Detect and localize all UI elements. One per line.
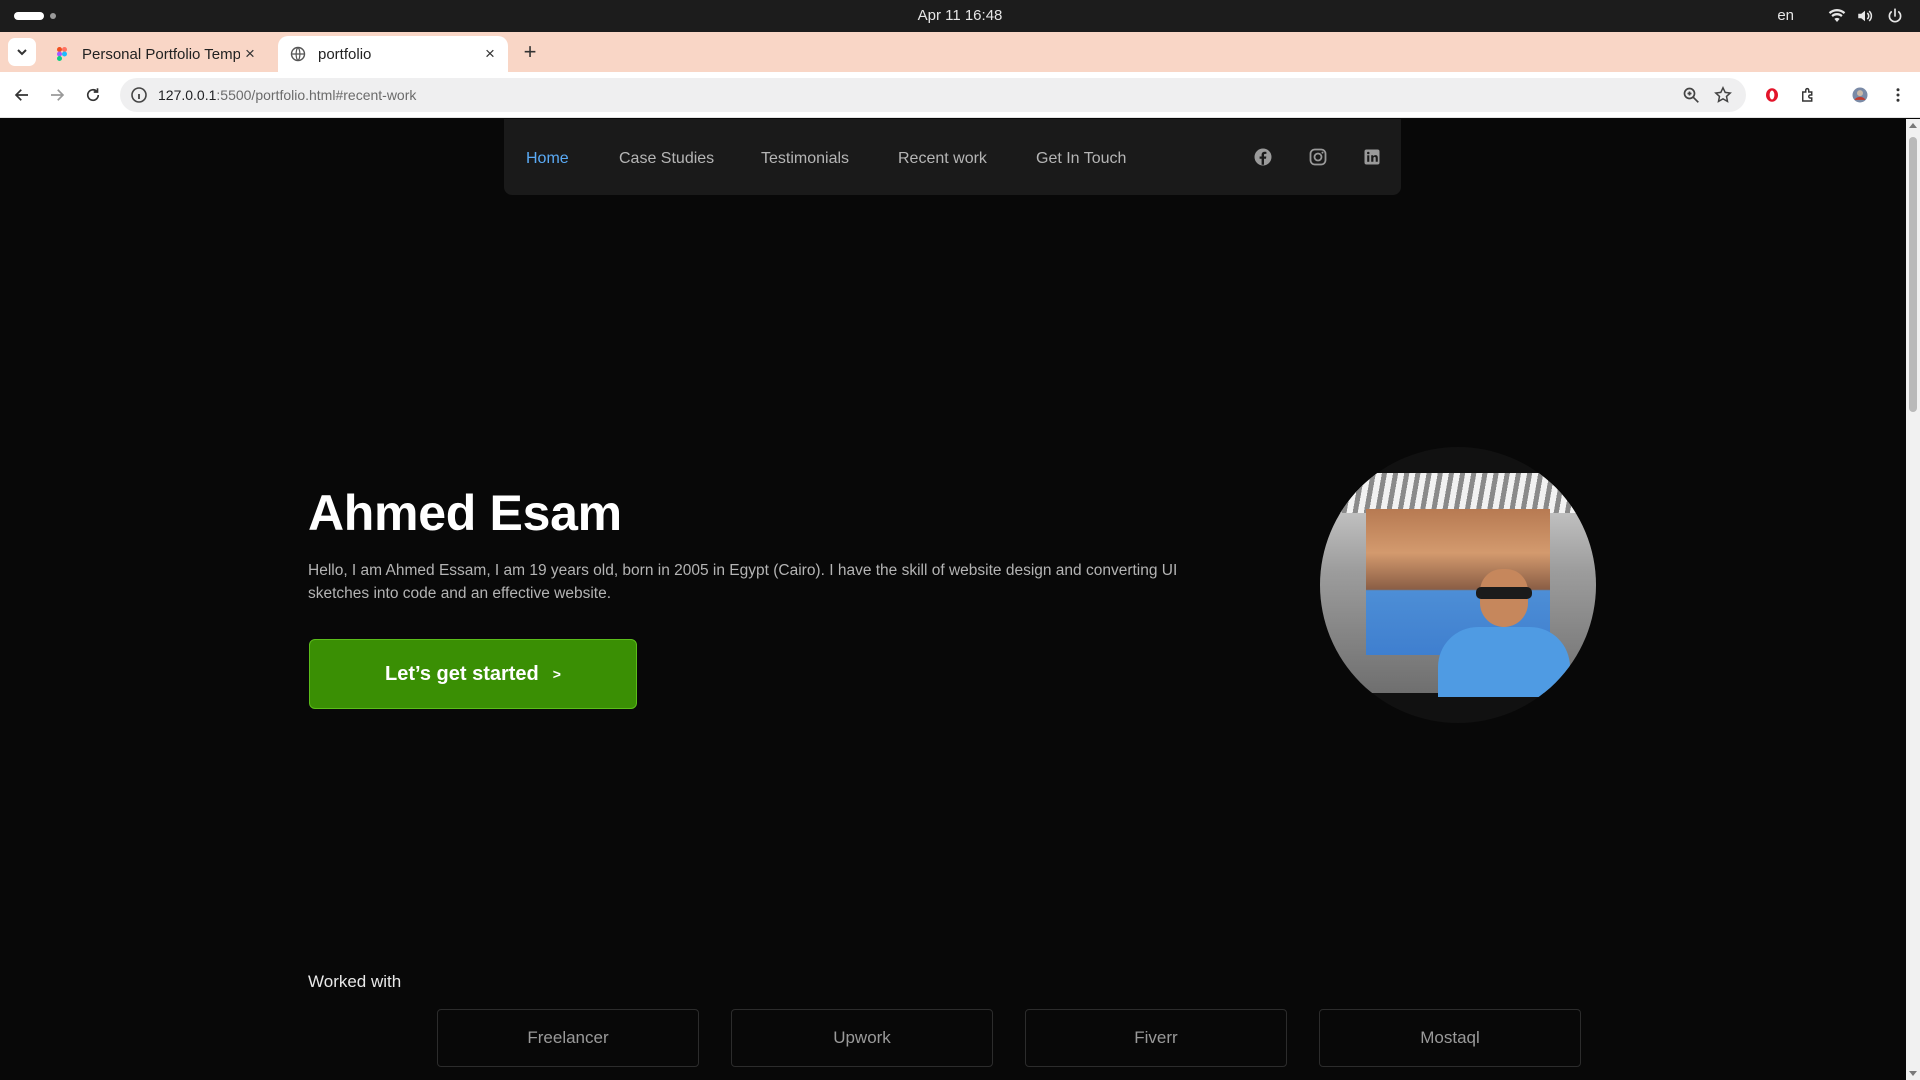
opera-icon bbox=[1766, 88, 1778, 102]
avatar-icon bbox=[1852, 87, 1868, 103]
worked-with-title: Worked with bbox=[308, 972, 402, 991]
kebab-menu-icon bbox=[1896, 88, 1900, 102]
nav-link-home[interactable]: Home bbox=[526, 150, 569, 168]
wifi-icon[interactable] bbox=[1828, 7, 1846, 25]
hero-name: Ahmed Esam bbox=[308, 485, 622, 541]
url-text[interactable]: 127.0.0.1:5500/portfolio.html#recent-wor… bbox=[158, 87, 416, 103]
forward-button[interactable] bbox=[45, 83, 69, 107]
puzzle-icon bbox=[1802, 87, 1813, 102]
url-host: 127.0.0.1 bbox=[158, 87, 217, 103]
tab-title: portfolio bbox=[318, 45, 372, 63]
web-page: Home Case Studies Testimonials Recent wo… bbox=[0, 119, 1906, 1080]
reload-icon bbox=[86, 88, 100, 102]
os-clock[interactable]: Apr 11 16:48 bbox=[0, 7, 1920, 24]
arrow-right-icon bbox=[51, 89, 65, 101]
reload-button[interactable] bbox=[81, 83, 105, 107]
get-started-button[interactable]: Let’s get started > bbox=[309, 639, 637, 709]
volume-icon[interactable] bbox=[1856, 7, 1874, 25]
browser-toolbar: 127.0.0.1:5500/portfolio.html#recent-wor… bbox=[0, 72, 1920, 118]
scroll-down-arrow-icon[interactable] bbox=[1909, 1071, 1917, 1076]
back-button[interactable] bbox=[10, 83, 34, 107]
zoom-icon[interactable] bbox=[1682, 86, 1700, 104]
os-top-bar: Apr 11 16:48 en bbox=[0, 0, 1920, 32]
address-bar[interactable]: 127.0.0.1:5500/portfolio.html#recent-wor… bbox=[120, 78, 1746, 112]
profile-photo bbox=[1320, 447, 1596, 723]
nav-link-case-studies[interactable]: Case Studies bbox=[619, 150, 714, 168]
scroll-thumb[interactable] bbox=[1909, 137, 1917, 412]
chevron-down-icon bbox=[17, 49, 27, 56]
partner-freelancer: Freelancer bbox=[437, 1009, 699, 1067]
nav-link-testimonials[interactable]: Testimonials bbox=[761, 150, 849, 168]
partner-mostaql: Mostaql bbox=[1319, 1009, 1581, 1067]
facebook-icon[interactable] bbox=[1253, 147, 1273, 167]
power-icon[interactable] bbox=[1886, 7, 1904, 25]
instagram-icon[interactable] bbox=[1308, 147, 1328, 167]
page-scrollbar[interactable] bbox=[1906, 119, 1920, 1080]
tab-portfolio-template[interactable]: Personal Portfolio Templ × bbox=[42, 36, 268, 72]
tab-title: Personal Portfolio Templ bbox=[82, 45, 240, 63]
extensions-button[interactable] bbox=[1796, 83, 1820, 107]
browser-menu-button[interactable] bbox=[1886, 83, 1910, 107]
partner-fiverr: Fiverr bbox=[1025, 1009, 1287, 1067]
close-icon[interactable]: × bbox=[480, 44, 500, 64]
tab-strip: Personal Portfolio Templ × portfolio × + bbox=[0, 32, 1920, 72]
chevron-right-icon: > bbox=[552, 666, 561, 682]
linkedin-icon[interactable] bbox=[1362, 147, 1382, 167]
close-icon[interactable]: × bbox=[240, 44, 260, 64]
keyboard-language[interactable]: en bbox=[1777, 7, 1794, 24]
partner-upwork: Upwork bbox=[731, 1009, 993, 1067]
opera-extension-button[interactable] bbox=[1760, 83, 1784, 107]
globe-icon bbox=[290, 46, 306, 62]
arrow-left-icon bbox=[14, 89, 28, 101]
get-started-label: Let’s get started bbox=[385, 662, 539, 685]
profile-button[interactable] bbox=[1848, 83, 1872, 107]
new-tab-button[interactable]: + bbox=[518, 39, 542, 64]
url-path: :5500/portfolio.html#recent-work bbox=[216, 87, 417, 103]
nav-link-recent-work[interactable]: Recent work bbox=[898, 150, 987, 168]
hero-bio: Hello, I am Ahmed Essam, I am 19 years o… bbox=[308, 562, 1178, 602]
bookmark-star-icon[interactable] bbox=[1714, 86, 1732, 104]
info-icon[interactable] bbox=[130, 86, 148, 104]
profile-photo-image bbox=[1320, 473, 1596, 697]
scroll-up-arrow-icon[interactable] bbox=[1909, 123, 1917, 128]
figma-icon bbox=[57, 47, 67, 61]
tab-list-button[interactable] bbox=[8, 38, 36, 66]
tab-portfolio[interactable]: portfolio × bbox=[278, 36, 508, 72]
site-navbar: Home Case Studies Testimonials Recent wo… bbox=[504, 119, 1401, 195]
nav-link-get-in-touch[interactable]: Get In Touch bbox=[1036, 150, 1126, 168]
